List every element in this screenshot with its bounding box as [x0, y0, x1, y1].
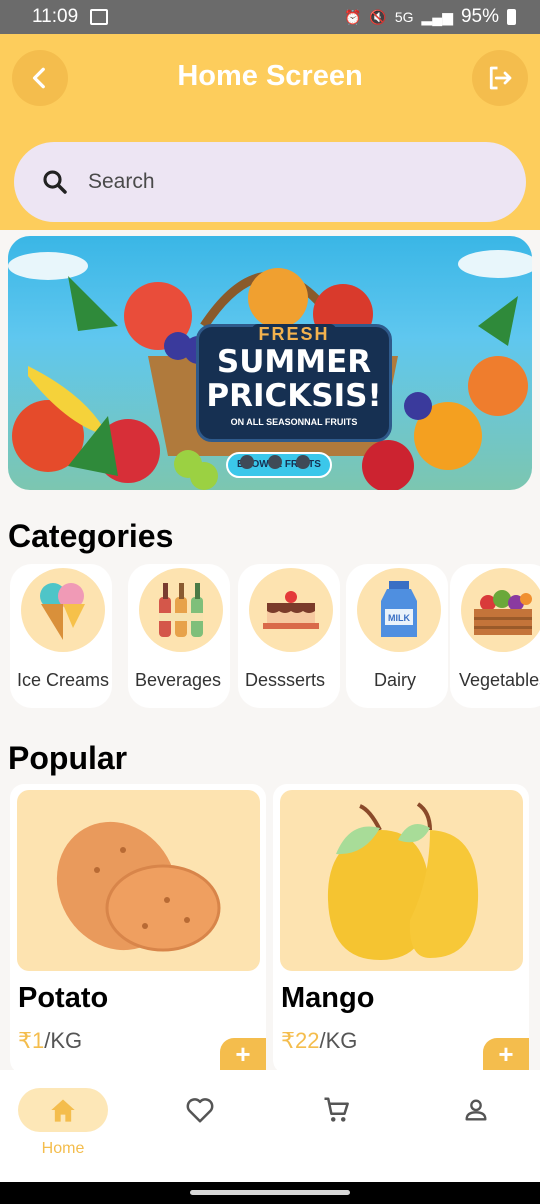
search-bar[interactable] [14, 142, 526, 222]
logout-button[interactable] [472, 50, 528, 106]
logout-icon [489, 66, 512, 90]
category-icon-wrap [249, 568, 333, 652]
network-label: 5G [394, 9, 414, 25]
svg-text:MILK: MILK [388, 613, 410, 623]
price-value: 1 [32, 1028, 45, 1053]
mango-image [327, 802, 479, 960]
popular-title: Popular [8, 740, 128, 776]
search-icon [43, 170, 67, 194]
nav-favorites[interactable] [155, 1088, 245, 1168]
category-label: Ice Creams [17, 670, 110, 690]
price-currency: ₹ [281, 1028, 295, 1053]
banner-headline: FRESH SUMMER PRICKSIS! ON ALL SEASONNAL … [196, 324, 392, 442]
price-value: 22 [295, 1028, 320, 1053]
status-bar: 11:09 ⏰ 🔇 5G ▂▄▆ 95% [0, 0, 540, 34]
category-dairy[interactable]: MILK Dairy [346, 564, 448, 708]
category-beverages[interactable]: Beverages [128, 564, 230, 708]
heart-icon [186, 1098, 214, 1123]
categories-list: Ice Creams Beverages Dessserts MILK Dair… [10, 564, 540, 710]
potato-image [56, 821, 221, 952]
ice-cream-icon [40, 583, 85, 640]
add-to-cart-button[interactable]: + [483, 1038, 529, 1070]
nav-pill [431, 1088, 521, 1132]
carousel-dot[interactable] [240, 455, 254, 469]
carousel-dot[interactable] [296, 455, 310, 469]
nav-cart[interactable] [292, 1088, 382, 1168]
carousel-indicator [240, 455, 310, 469]
category-icon-wrap [461, 568, 540, 652]
product-name: Potato [18, 982, 109, 1014]
product-card-potato[interactable]: Potato ₹1/KG + [10, 784, 266, 1070]
category-icon-wrap: MILK [357, 568, 441, 652]
product-name: Mango [281, 982, 375, 1014]
category-label: Beverages [135, 670, 222, 690]
profile-icon [465, 1099, 487, 1121]
home-screen: 11:09 ⏰ 🔇 5G ▂▄▆ 95% Home Screen Search … [0, 0, 540, 1204]
signal-icon: ▂▄▆ [421, 8, 453, 25]
battery-percent: 95% [460, 6, 499, 27]
product-image [17, 790, 260, 971]
battery-icon [507, 9, 516, 25]
banner-fresh-text: FRESH [252, 324, 336, 345]
nav-pill [292, 1088, 382, 1132]
search-input[interactable] [88, 170, 468, 194]
vegetable-crate-icon [474, 590, 532, 635]
price-currency: ₹ [18, 1028, 32, 1053]
gesture-handle[interactable] [190, 1190, 350, 1195]
carousel-dot[interactable] [268, 455, 282, 469]
product-card-mango[interactable]: Mango ₹22/KG + [273, 784, 529, 1070]
category-desserts[interactable]: Dessserts [238, 564, 340, 708]
popular-products-list: Potato ₹1/KG + Mango ₹22/KG + [10, 784, 540, 1070]
category-label: Vegetables [459, 670, 540, 690]
nav-active-pill [18, 1088, 108, 1132]
status-time: 11:09 [32, 6, 79, 27]
category-icon-wrap [139, 568, 223, 652]
category-label: Dessserts [245, 670, 326, 690]
category-ice-creams[interactable]: Ice Creams [10, 564, 112, 708]
product-image [280, 790, 523, 971]
nav-home[interactable]: Home [18, 1088, 108, 1168]
category-icon-wrap [21, 568, 105, 652]
nav-profile[interactable] [431, 1088, 521, 1168]
banner-summer-text: SUMMER [216, 344, 372, 380]
nav-home-label: Home [41, 1140, 85, 1157]
product-price: ₹1/KG [18, 1028, 82, 1054]
category-vegetables[interactable]: Vegetables [450, 564, 540, 708]
banner-pricksis-text: PRICKSIS! [206, 378, 382, 414]
mute-icon: 🔇 [369, 8, 387, 25]
categories-title: Categories [8, 518, 174, 554]
price-unit: /KG [319, 1028, 358, 1053]
cart-icon [324, 1097, 349, 1122]
add-to-cart-button[interactable]: + [220, 1038, 266, 1070]
plus-icon: + [235, 1039, 251, 1069]
bottles-icon [159, 583, 203, 637]
app-header: Home Screen [0, 34, 540, 230]
banner-subtitle: ON ALL SEASONNAL FRUITS [230, 417, 358, 427]
home-icon [51, 1099, 75, 1122]
price-unit: /KG [44, 1028, 83, 1053]
cake-icon [263, 591, 319, 629]
bottom-navigation: Home [0, 1070, 540, 1182]
nav-pill [155, 1088, 245, 1132]
system-navigation-bar [0, 1182, 540, 1204]
product-price: ₹22/KG [281, 1028, 357, 1054]
status-icons: ⏰ 🔇 5G ▂▄▆ 95% [344, 6, 516, 28]
milk-icon: MILK [381, 581, 417, 637]
page-title: Home Screen [177, 60, 363, 92]
image-notification-icon [90, 9, 109, 25]
alarm-icon: ⏰ [343, 8, 362, 25]
plus-icon: + [498, 1039, 514, 1069]
